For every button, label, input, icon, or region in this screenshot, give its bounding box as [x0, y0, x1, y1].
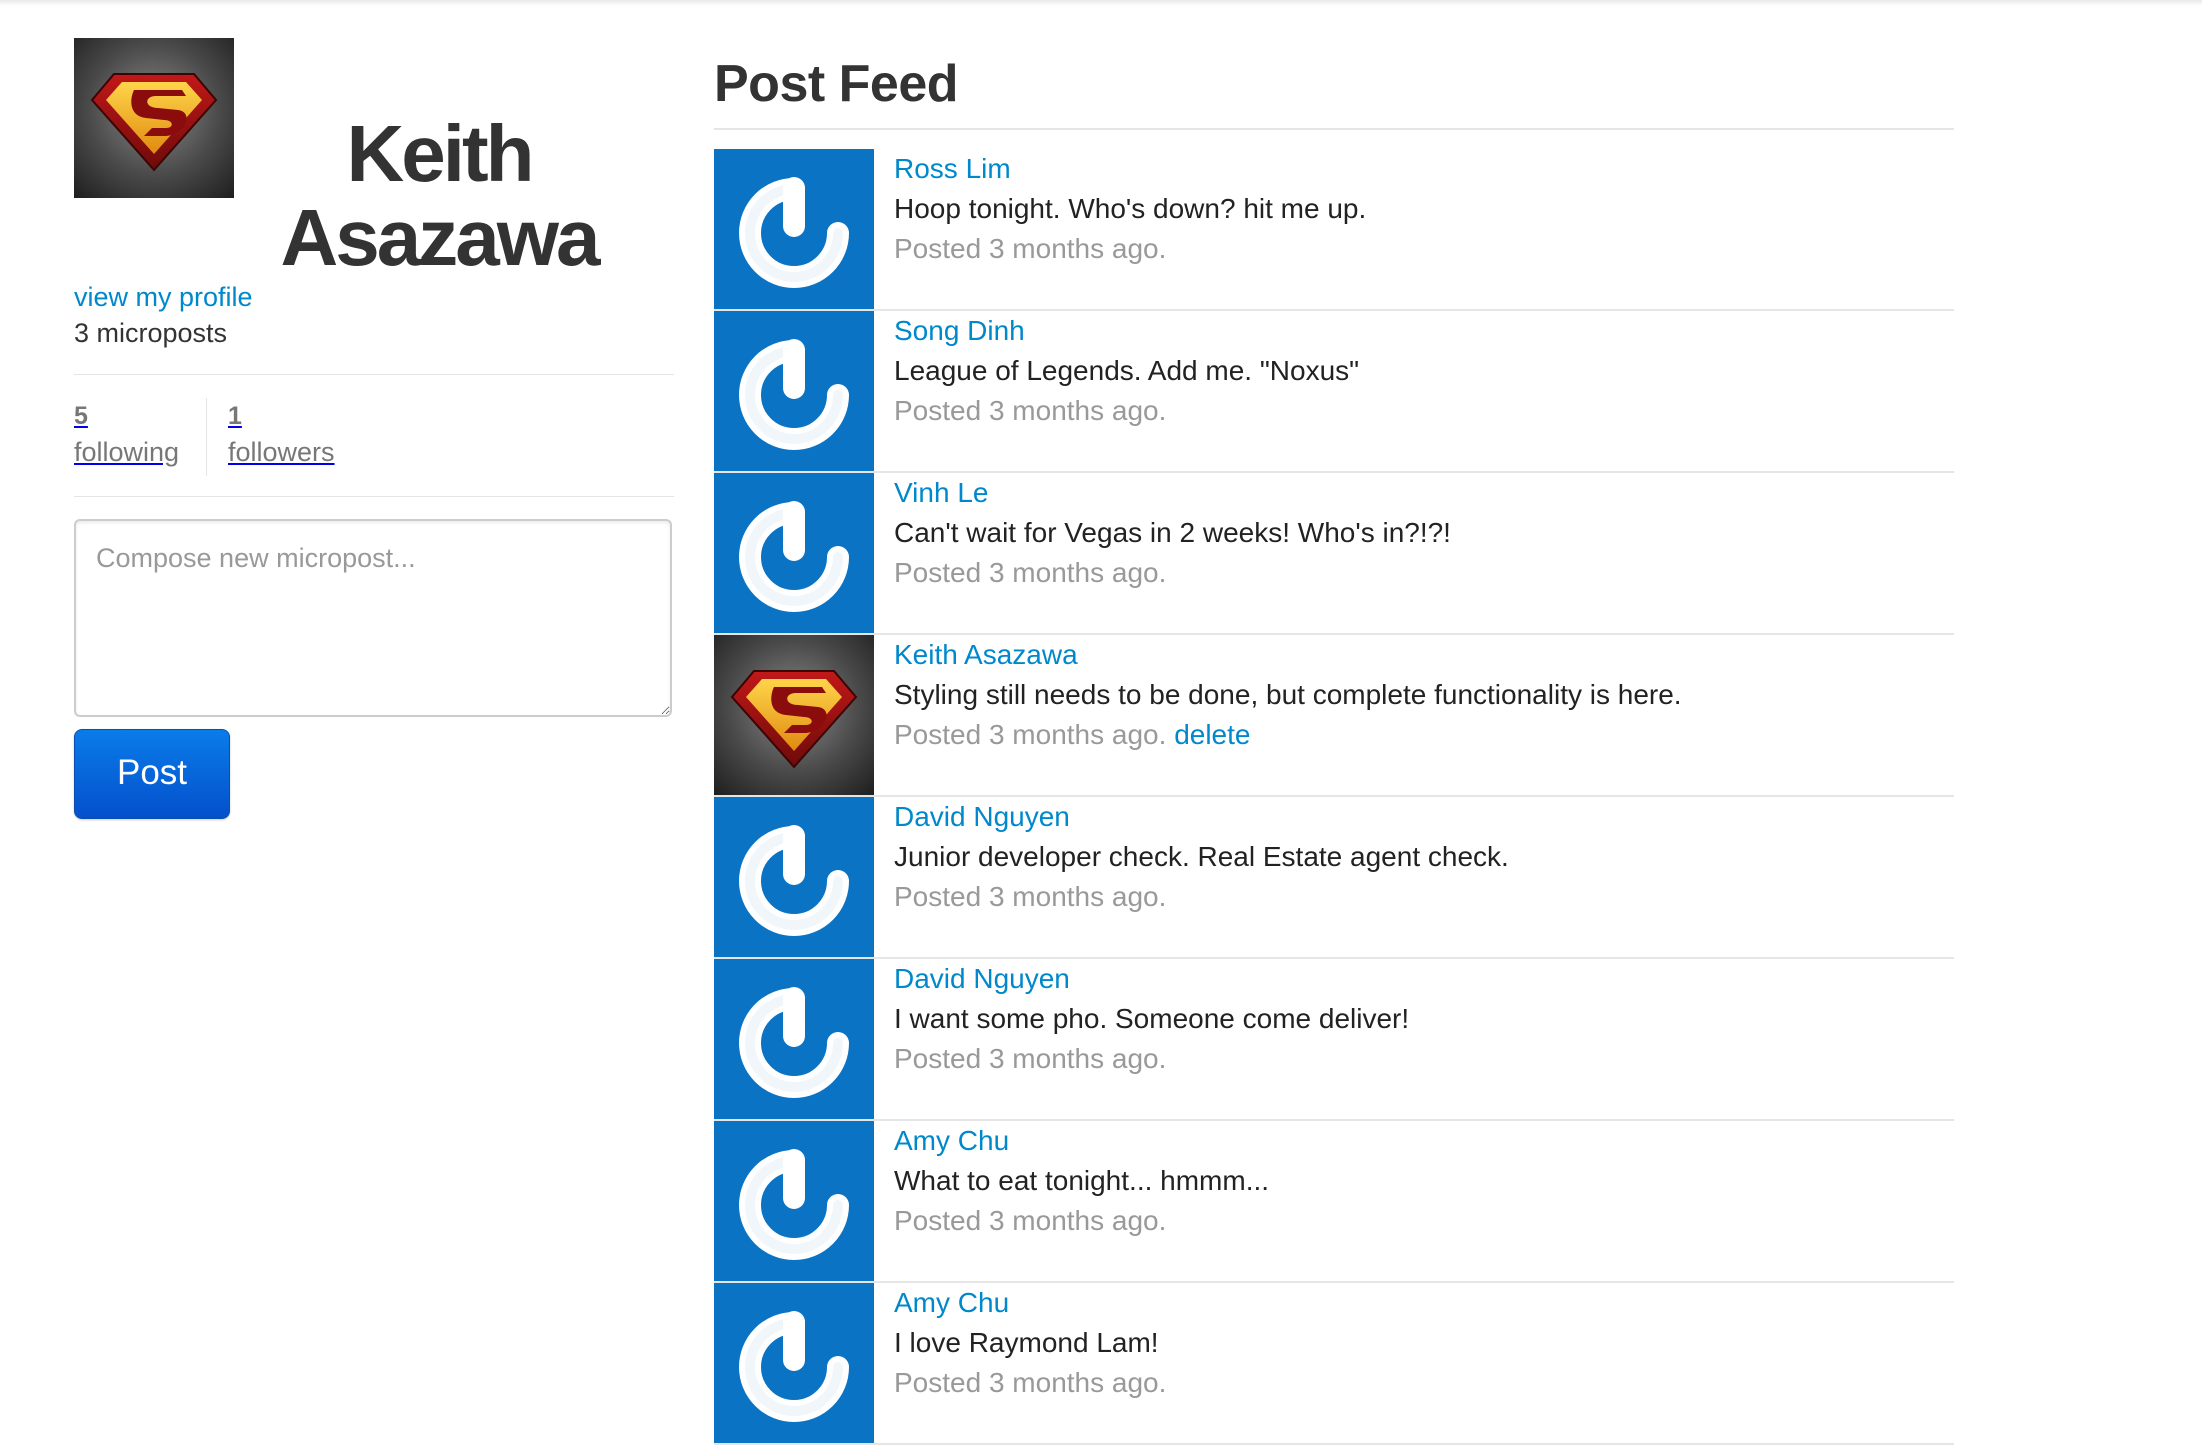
- post-timestamp: Posted 3 months ago.: [894, 1205, 1166, 1237]
- post-content: I love Raymond Lam!: [894, 1327, 1159, 1358]
- feed-item: Amy Chu I love Raymond Lam! Posted 3 mon…: [714, 1283, 1954, 1445]
- post-feed: Post Feed Ross Lim Hoop tonight. Who's d…: [714, 52, 1954, 1445]
- author-link[interactable]: Song Dinh: [894, 315, 1025, 347]
- timestamp-text: Posted 3 months ago.: [894, 557, 1167, 588]
- feed-item: Keith Asazawa Styling still needs to be …: [714, 635, 1954, 797]
- post-timestamp: Posted 3 months ago.: [894, 881, 1166, 913]
- post-content: Can't wait for Vegas in 2 weeks! Who's i…: [894, 517, 1451, 548]
- post-content: Hoop tonight. Who's down? hit me up.: [894, 193, 1367, 224]
- micropost-count: 3 microposts: [74, 318, 228, 348]
- timestamp-text: Posted 3 months ago.: [894, 1367, 1167, 1398]
- timestamp-text: Posted 3 months ago.: [894, 1205, 1167, 1236]
- gravatar-icon: [714, 473, 874, 633]
- following-label: following: [74, 437, 180, 467]
- timestamp-text: Posted 3 months ago.: [894, 719, 1167, 750]
- user-avatar[interactable]: [74, 38, 234, 198]
- author-avatar[interactable]: [714, 473, 874, 633]
- divider: [74, 374, 674, 375]
- author-avatar[interactable]: [714, 635, 874, 795]
- post-timestamp: Posted 3 months ago.: [894, 1043, 1166, 1075]
- timestamp-text: Posted 3 months ago.: [894, 395, 1167, 426]
- post-timestamp: Posted 3 months ago. delete: [894, 719, 1250, 751]
- following-count: 5: [74, 402, 88, 430]
- author-avatar[interactable]: [714, 1283, 874, 1443]
- feed-item: Ross Lim Hoop tonight. Who's down? hit m…: [714, 149, 1954, 311]
- post-content: Junior developer check. Real Estate agen…: [894, 841, 1509, 872]
- post-content: Styling still needs to be done, but comp…: [894, 679, 1682, 710]
- gravatar-icon: [714, 797, 874, 957]
- compose-micropost-input[interactable]: [74, 519, 672, 717]
- feed-item: Song Dinh League of Legends. Add me. "No…: [714, 311, 1954, 473]
- superman-logo-icon: [74, 38, 234, 198]
- timestamp-text: Posted 3 months ago.: [894, 233, 1167, 264]
- gravatar-icon: [714, 1121, 874, 1281]
- author-link[interactable]: Keith Asazawa: [894, 639, 1078, 671]
- gravatar-icon: [714, 1283, 874, 1443]
- feed-list: Ross Lim Hoop tonight. Who's down? hit m…: [714, 149, 1954, 1445]
- view-profile-link[interactable]: view my profile: [74, 282, 253, 313]
- author-link[interactable]: David Nguyen: [894, 801, 1070, 833]
- followers-label: followers: [228, 437, 335, 467]
- superman-logo-icon: [714, 635, 874, 795]
- stat-divider: [206, 398, 207, 476]
- gravatar-icon: [714, 959, 874, 1119]
- author-link[interactable]: Ross Lim: [894, 153, 1011, 185]
- divider: [714, 128, 1954, 130]
- author-link[interactable]: Amy Chu: [894, 1125, 1009, 1157]
- post-content: What to eat tonight... hmmm...: [894, 1165, 1270, 1196]
- author-link[interactable]: Vinh Le: [894, 477, 988, 509]
- post-content: League of Legends. Add me. "Noxus": [894, 355, 1360, 386]
- gravatar-icon: [714, 149, 874, 309]
- user-name: Keith Asazawa: [280, 108, 601, 282]
- followers-count: 1: [228, 402, 242, 430]
- post-button[interactable]: Post: [74, 729, 230, 819]
- author-link[interactable]: David Nguyen: [894, 963, 1070, 995]
- feed-item: Amy Chu What to eat tonight... hmmm... P…: [714, 1121, 1954, 1283]
- post-timestamp: Posted 3 months ago.: [894, 233, 1166, 265]
- feed-item: Vinh Le Can't wait for Vegas in 2 weeks!…: [714, 473, 1954, 635]
- post-content: I want some pho. Someone come deliver!: [894, 1003, 1410, 1034]
- post-timestamp: Posted 3 months ago.: [894, 557, 1166, 589]
- author-avatar[interactable]: [714, 797, 874, 957]
- author-avatar[interactable]: [714, 959, 874, 1119]
- followers-stat[interactable]: 1 followers: [228, 398, 335, 468]
- post-timestamp: Posted 3 months ago.: [894, 395, 1166, 427]
- divider: [74, 496, 674, 497]
- author-avatar[interactable]: [714, 1121, 874, 1281]
- post-timestamp: Posted 3 months ago.: [894, 1367, 1166, 1399]
- author-avatar[interactable]: [714, 311, 874, 471]
- following-stat[interactable]: 5 following: [74, 398, 179, 468]
- timestamp-text: Posted 3 months ago.: [894, 881, 1167, 912]
- gravatar-icon: [714, 311, 874, 471]
- delete-link[interactable]: delete: [1174, 719, 1250, 750]
- author-avatar[interactable]: [714, 149, 874, 309]
- author-link[interactable]: Amy Chu: [894, 1287, 1009, 1319]
- feed-item: David Nguyen Junior developer check. Rea…: [714, 797, 1954, 959]
- timestamp-text: Posted 3 months ago.: [894, 1043, 1167, 1074]
- feed-title: Post Feed: [714, 55, 959, 113]
- top-bar: [0, 0, 2202, 6]
- feed-item: David Nguyen I want some pho. Someone co…: [714, 959, 1954, 1121]
